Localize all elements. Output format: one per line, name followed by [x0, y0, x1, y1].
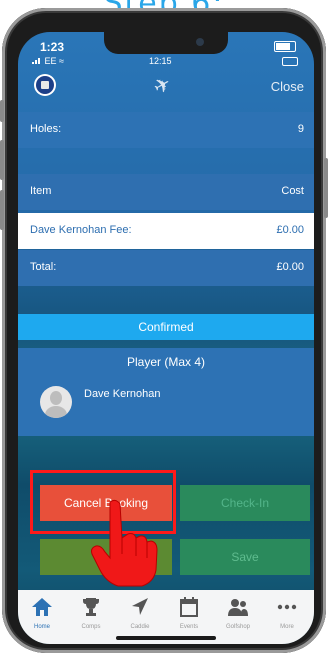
phone-frame: 1:23 EE ≈ 12:15 ✈ Close Holes: 9 Item Co… — [0, 8, 328, 653]
save-button[interactable]: Save — [180, 539, 310, 575]
app-screen: 1:23 EE ≈ 12:15 ✈ Close Holes: 9 Item Co… — [18, 32, 314, 644]
battery-icon — [274, 41, 296, 52]
fee-label: Dave Kernohan Fee: — [30, 224, 132, 236]
tab-more[interactable]: More — [263, 590, 311, 644]
nav-bar: ✈ Close — [18, 70, 314, 100]
item-column-header: Item — [30, 185, 52, 197]
more-dots-icon — [277, 604, 297, 610]
fee-value: £0.00 — [276, 224, 304, 236]
tab-home[interactable]: Home — [18, 590, 66, 644]
avatar — [40, 386, 72, 418]
total-row: Total: £0.00 — [18, 250, 314, 286]
total-value: £0.00 — [276, 261, 304, 273]
tab-golfshop[interactable]: Golfshop — [214, 590, 262, 644]
inner-status-time: 12:15 — [149, 56, 172, 66]
cost-column-header: Cost — [281, 185, 304, 197]
club-crest-icon[interactable] — [36, 76, 54, 94]
home-icon — [32, 598, 52, 616]
fee-row: Dave Kernohan Fee: £0.00 — [18, 213, 314, 249]
tab-comps[interactable]: Comps — [67, 590, 115, 644]
home-indicator — [116, 636, 216, 640]
calendar-icon — [180, 597, 198, 617]
mute-switch — [0, 100, 4, 122]
holes-value: 9 — [297, 123, 304, 135]
status-time: 1:23 — [40, 40, 65, 54]
volume-down-button — [0, 190, 4, 230]
inner-battery-icon — [282, 57, 298, 66]
holes-row: Holes: 9 — [18, 112, 314, 148]
airplane-icon: ✈ — [149, 72, 176, 100]
close-button[interactable]: Close — [271, 79, 304, 94]
power-button — [324, 158, 328, 218]
check-in-button[interactable]: Check-In — [180, 485, 310, 521]
status-badge: Confirmed — [18, 314, 314, 340]
total-label: Total: — [30, 261, 57, 273]
trophy-icon — [83, 598, 99, 616]
players-header: Player (Max 4) — [18, 348, 314, 376]
holes-label: Holes: — [30, 123, 62, 135]
volume-up-button — [0, 140, 4, 180]
notch — [104, 32, 228, 54]
cell-signal-icon — [32, 58, 40, 64]
cost-table-header: Item Cost — [18, 174, 314, 210]
pointing-hand-icon — [91, 499, 158, 587]
player-list-item[interactable]: Dave Kernohan — [18, 376, 314, 436]
navigation-arrow-icon — [132, 598, 148, 615]
carrier-label: EE ≈ — [32, 56, 64, 66]
people-icon — [228, 599, 248, 616]
wifi-icon: ≈ — [59, 56, 64, 66]
camera-dot — [196, 38, 204, 46]
player-name: Dave Kernohan — [84, 388, 161, 400]
